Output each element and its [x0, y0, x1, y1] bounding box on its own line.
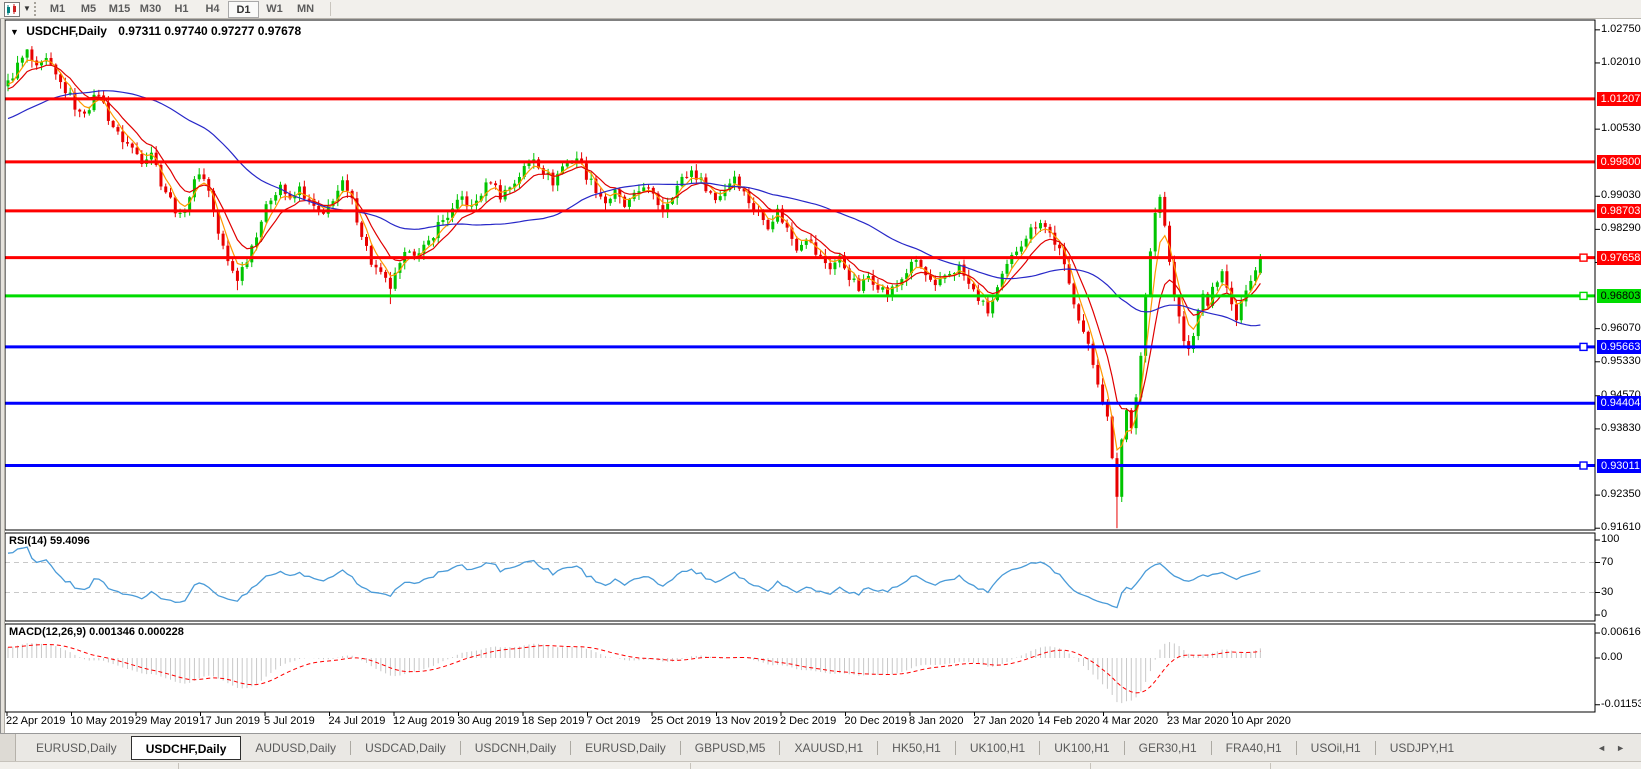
- date-label: 7 Oct 2019: [586, 715, 641, 727]
- chart-tab-audusd-daily[interactable]: AUDUSD,Daily: [241, 736, 350, 760]
- chart-tab-uk100-h1[interactable]: UK100,H1: [956, 736, 1039, 760]
- price-badge: 1.01207: [1597, 91, 1641, 106]
- chart-type-icon[interactable]: [4, 2, 20, 17]
- timeframe-button-m5[interactable]: M5: [73, 1, 104, 18]
- status-pane-divider: [1270, 763, 1271, 769]
- date-label: 12 Aug 2019: [393, 715, 455, 727]
- chart-tab-xauusd-h1[interactable]: XAUUSD,H1: [780, 736, 877, 760]
- price-badge: 0.95663: [1597, 339, 1641, 354]
- tab-scroll-arrows[interactable]: ◄►: [1597, 743, 1635, 753]
- price-axis-tick-label: 0.99030: [1601, 189, 1641, 202]
- date-label: 8 Jan 2020: [909, 715, 964, 727]
- timeframe-button-h4[interactable]: H4: [197, 1, 228, 18]
- date-label: 17 Jun 2019: [199, 715, 261, 727]
- title-caret-icon[interactable]: ▼: [10, 27, 19, 37]
- chart-tab-gbpusd-m5[interactable]: GBPUSD,M5: [681, 736, 780, 760]
- timeframe-button-mn[interactable]: MN: [290, 1, 321, 18]
- status-pane-divider: [1090, 763, 1091, 769]
- macd-indicator-label: MACD(12,26,9) 0.001346 0.000228: [9, 626, 184, 638]
- chart-tab-hk50-h1[interactable]: HK50,H1: [878, 736, 955, 760]
- chevron-down-icon[interactable]: ▼: [23, 5, 31, 13]
- date-label: 10 May 2019: [70, 715, 135, 727]
- date-label: 27 Jan 2020: [973, 715, 1035, 727]
- price-badge: 0.93011: [1597, 458, 1641, 473]
- price-axis-tick-label: 0.93830: [1601, 421, 1641, 434]
- date-label: 5 Jul 2019: [264, 715, 315, 727]
- chart-tab-fra40-h1[interactable]: FRA40,H1: [1212, 736, 1296, 760]
- price-axis-tick-label: 0.92350: [1601, 488, 1641, 501]
- price-axis-tick-label: 0.98290: [1601, 222, 1641, 235]
- timeframe-button-m1[interactable]: M1: [42, 1, 73, 18]
- timeframe-button-m30[interactable]: M30: [135, 1, 166, 18]
- rsi-axis-tick-label: 100: [1601, 533, 1620, 545]
- status-bar: [0, 761, 1641, 769]
- chart-symbol-period: USDCHF,Daily: [26, 24, 107, 38]
- chart-labels-layer: ▼ USDCHF,Daily 0.97311 0.97740 0.97277 0…: [0, 0, 1641, 769]
- price-axis-tick-label: 1.02010: [1601, 55, 1641, 68]
- tab-scroll-left-icon[interactable]: ◄: [1597, 743, 1616, 753]
- date-label: 22 Apr 2019: [6, 715, 66, 727]
- date-label: 18 Sep 2019: [522, 715, 585, 727]
- tab-scroll-right-icon[interactable]: ►: [1616, 743, 1635, 753]
- chart-tab-uk100-h1[interactable]: UK100,H1: [1040, 736, 1123, 760]
- rsi-indicator-label: RSI(14) 59.4096: [9, 535, 90, 547]
- price-badge: 0.97658: [1597, 250, 1641, 265]
- price-axis-tick-label: 0.96070: [1601, 321, 1641, 334]
- date-label: 14 Feb 2020: [1038, 715, 1100, 727]
- macd-axis-tick-label: 0.00: [1601, 651, 1623, 663]
- chart-tab-usdjpy-h1[interactable]: USDJPY,H1: [1376, 736, 1468, 760]
- price-badge: 0.99800: [1597, 154, 1641, 169]
- tab-bar-lead: [0, 734, 16, 761]
- date-label: 30 Aug 2019: [457, 715, 520, 727]
- chart-tab-ger30-h1[interactable]: GER30,H1: [1125, 736, 1211, 760]
- toolbar: ▼ M1 M5 M15 M30 H1 H4 D1 W1 MN: [0, 0, 1641, 19]
- chart-left-gutter: [0, 19, 5, 733]
- rsi-axis-tick-label: 0: [1601, 608, 1608, 620]
- timeframe-button-h1[interactable]: H1: [166, 1, 197, 18]
- chart-title: ▼ USDCHF,Daily 0.97311 0.97740 0.97277 0…: [10, 24, 301, 38]
- price-axis-tick-label: 0.95330: [1601, 354, 1641, 367]
- mt4-window: ▼ M1 M5 M15 M30 H1 H4 D1 W1 MN ▼ USDCHF,Daily 0.…: [0, 0, 1641, 769]
- price-badge: 0.94404: [1597, 396, 1641, 411]
- chart-tab-usdcad-daily[interactable]: USDCAD,Daily: [351, 736, 460, 760]
- timeframe-button-m15[interactable]: M15: [104, 1, 135, 18]
- chart-tab-eurusd-daily[interactable]: EURUSD,Daily: [22, 736, 131, 760]
- chart-tab-usoil-h1[interactable]: USOil,H1: [1297, 736, 1375, 760]
- date-label: 29 May 2019: [135, 715, 199, 727]
- price-axis-tick-label: 0.91610: [1601, 521, 1641, 534]
- timeframe-button-d1[interactable]: D1: [228, 1, 259, 18]
- date-label: 24 Jul 2019: [328, 715, 386, 727]
- timeframe-toolbar: M1 M5 M15 M30 H1 H4 D1 W1 MN: [42, 1, 321, 18]
- rsi-axis-tick-label: 30: [1601, 585, 1614, 598]
- date-label: 13 Nov 2019: [715, 715, 778, 727]
- toolbar-grip[interactable]: [34, 2, 36, 16]
- price-axis-tick-label: 1.00530: [1601, 122, 1641, 135]
- chart-tab-usdcnh-daily[interactable]: USDCNH,Daily: [461, 736, 570, 760]
- chart-tab-usdchf-daily[interactable]: USDCHF,Daily: [130, 735, 242, 760]
- rsi-axis-tick-label: 70: [1601, 555, 1614, 568]
- date-label: 25 Oct 2019: [651, 715, 711, 727]
- date-label: 23 Mar 2020: [1167, 715, 1229, 727]
- price-axis-tick-label: 1.02750: [1601, 22, 1641, 35]
- date-label: 20 Dec 2019: [844, 715, 907, 727]
- date-label: 4 Mar 2020: [1102, 715, 1159, 727]
- chart-tab-bar: EURUSD,Daily USDCHF,Daily AUDUSD,Daily USDC…: [0, 733, 1641, 761]
- price-badge: 0.98703: [1597, 203, 1641, 218]
- chart-tab-eurusd-daily[interactable]: EURUSD,Daily: [571, 736, 680, 760]
- date-label: 10 Apr 2020: [1231, 715, 1291, 727]
- price-badge: 0.96803: [1597, 288, 1641, 303]
- timeframe-button-w1[interactable]: W1: [259, 1, 290, 18]
- status-pane-divider: [178, 763, 179, 769]
- macd-axis-tick-label: -0.011531: [1601, 697, 1641, 710]
- status-pane-divider: [690, 763, 691, 769]
- date-label: 2 Dec 2019: [780, 715, 837, 727]
- chart-ohlc-values: 0.97311 0.97740 0.97277 0.97678: [118, 24, 302, 38]
- toolbar-separator: [330, 2, 331, 16]
- macd-axis-tick-label: 0.006167: [1601, 625, 1641, 638]
